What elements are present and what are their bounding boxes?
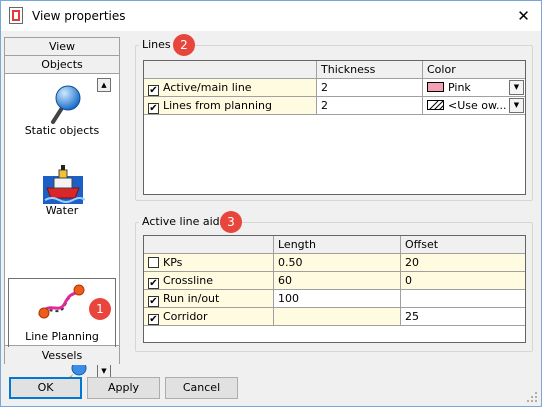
- col-header-color: Color: [423, 61, 525, 79]
- color-select[interactable]: Pink ▼: [423, 79, 525, 97]
- water-ship-icon: [43, 165, 85, 204]
- thickness-cell[interactable]: 2: [317, 79, 423, 97]
- col-header-name: [144, 61, 317, 79]
- color-label: <Use ow...: [448, 99, 507, 112]
- annotation-badge-2: 2: [173, 34, 195, 56]
- close-button[interactable]: ✕: [506, 1, 541, 31]
- aid-name-cell[interactable]: ✔ Corridor: [144, 308, 274, 326]
- thickness-cell[interactable]: 2: [317, 97, 423, 115]
- checkbox-corridor[interactable]: ✔: [148, 314, 159, 325]
- checkbox-active-main-line[interactable]: ✔: [148, 85, 159, 96]
- sidebar-header-vessels[interactable]: Vessels: [5, 347, 119, 365]
- aid-name-cell[interactable]: ✔ Crossline: [144, 272, 274, 290]
- col-header-length: Length: [274, 236, 401, 254]
- offset-cell[interactable]: 20: [401, 254, 525, 272]
- aid-name-cell[interactable]: KPs: [144, 254, 274, 272]
- aid-name: Corridor: [163, 310, 208, 323]
- cancel-button[interactable]: Cancel: [165, 377, 238, 399]
- checkbox-kps[interactable]: [148, 257, 159, 268]
- aid-name: Run in/out: [163, 292, 220, 305]
- color-swatch: [427, 82, 444, 92]
- resize-grip-icon[interactable]: [526, 391, 538, 403]
- length-cell[interactable]: 100: [274, 290, 401, 308]
- offset-cell[interactable]: [401, 290, 525, 308]
- checkbox-run-in-out[interactable]: ✔: [148, 296, 159, 307]
- lines-grid: Thickness Color ✔ Active/main line 2 Pink…: [143, 60, 526, 195]
- close-icon: ✕: [517, 7, 530, 25]
- annotation-badge-3: 3: [220, 211, 242, 233]
- sidebar-header-view[interactable]: View: [5, 38, 119, 56]
- line-aids-group-title: Active line aids: [139, 215, 229, 228]
- sidebar-header-objects[interactable]: Objects: [5, 56, 119, 74]
- view-properties-dialog: View properties ✕ View Objects Static ob…: [0, 0, 542, 407]
- offset-cell[interactable]: 0: [401, 272, 525, 290]
- aid-name: Crossline: [163, 274, 214, 287]
- line-name-cell[interactable]: ✔ Lines from planning: [144, 97, 317, 115]
- length-cell[interactable]: 0.50: [274, 254, 401, 272]
- line-planning-icon: [38, 284, 85, 319]
- sidebar-item-label: Water: [45, 204, 79, 217]
- sidebar-item-water[interactable]: Water: [5, 162, 119, 222]
- length-cell[interactable]: 60: [274, 272, 401, 290]
- window-title: View properties: [32, 9, 126, 23]
- chevron-down-icon[interactable]: ▼: [509, 80, 524, 95]
- static-objects-icon: [51, 85, 81, 124]
- offset-cell[interactable]: 25: [401, 308, 525, 326]
- hatched-swatch-icon: [427, 100, 444, 110]
- line-aids-grid: Length Offset KPs 0.50 20 ✔ Crossline 60 …: [143, 235, 526, 343]
- col-header-name: [144, 236, 274, 254]
- ok-button[interactable]: OK: [9, 377, 82, 399]
- color-select[interactable]: <Use ow... ▼: [423, 97, 525, 115]
- apply-button[interactable]: Apply: [87, 377, 160, 399]
- line-name: Lines from planning: [163, 99, 272, 112]
- scroll-up-button[interactable]: ▲: [97, 78, 111, 92]
- annotation-badge-1: 1: [89, 298, 111, 320]
- line-name: Active/main line: [163, 81, 252, 94]
- sidebar-item-label: Static objects: [24, 124, 100, 137]
- length-cell[interactable]: [274, 308, 401, 326]
- objects-list: Static objects Water Line Planning 1 ▲ ▼: [5, 74, 119, 380]
- col-header-thickness: Thickness: [317, 61, 423, 79]
- col-header-offset: Offset: [401, 236, 525, 254]
- checkbox-crossline[interactable]: ✔: [148, 278, 159, 289]
- scroll-down-button[interactable]: ▼: [97, 364, 111, 378]
- sidebar-item-label: Line Planning: [25, 330, 99, 343]
- chevron-down-icon[interactable]: ▼: [509, 98, 524, 113]
- aid-name-cell[interactable]: ✔ Run in/out: [144, 290, 274, 308]
- line-name-cell[interactable]: ✔ Active/main line: [144, 79, 317, 97]
- app-icon: [9, 7, 23, 24]
- title-bar: View properties ✕: [1, 1, 541, 31]
- lines-group-title: Lines: [139, 38, 174, 51]
- checkbox-lines-from-planning[interactable]: ✔: [148, 103, 159, 114]
- category-sidebar: View Objects Static objects Water Line P…: [4, 37, 120, 380]
- aid-name: KPs: [163, 256, 183, 269]
- color-label: Pink: [448, 81, 471, 94]
